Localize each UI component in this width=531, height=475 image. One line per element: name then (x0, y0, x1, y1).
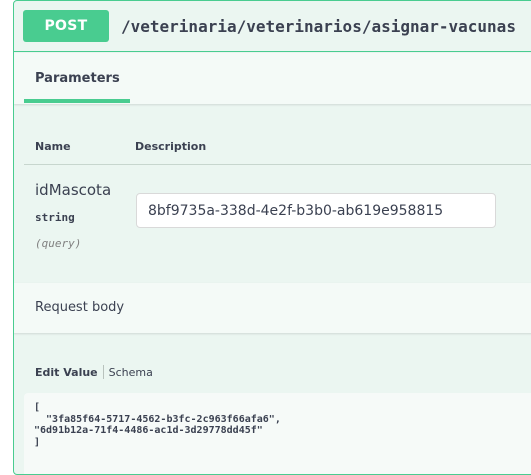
operation-block: POST /veterinaria/veterinarios/asignar-v… (13, 0, 531, 475)
table-header-divider (24, 164, 531, 165)
column-header-name: Name (35, 140, 71, 153)
param-type: string (35, 211, 75, 224)
body-tabs: Edit Value Schema (35, 365, 153, 379)
column-header-description: Description (135, 140, 207, 153)
tab-edit-value[interactable]: Edit Value (35, 366, 98, 379)
tab-active-indicator (24, 99, 130, 103)
param-name: idMascota (35, 181, 112, 199)
request-body-title: Request body (35, 300, 125, 315)
endpoint-path: /veterinaria/veterinarios/asignar-vacuna… (121, 16, 516, 36)
request-body-editor[interactable]: [ "3fa85f64-5717-4562-b3fc-2c963f66afa6"… (24, 393, 531, 474)
tab-parameters[interactable]: Parameters (35, 71, 120, 86)
method-badge: POST (23, 10, 109, 42)
operation-summary[interactable]: POST /veterinaria/veterinarios/asignar-v… (14, 1, 531, 52)
tab-schema[interactable]: Schema (109, 366, 153, 379)
request-body-header: Request body (14, 283, 531, 333)
param-location: (query) (35, 237, 82, 250)
parameters-section-header: Parameters (14, 53, 531, 104)
id-mascota-input[interactable] (136, 193, 496, 228)
tab-divider (102, 365, 104, 379)
